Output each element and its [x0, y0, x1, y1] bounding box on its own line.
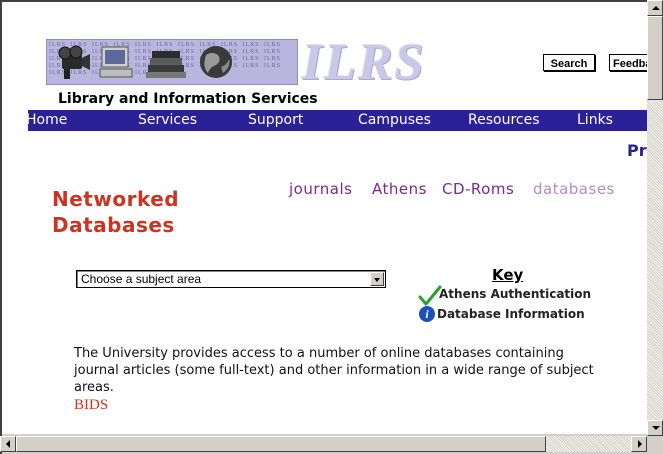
books-icon — [146, 51, 186, 78]
subnav-cdroms[interactable]: CD-Roms — [442, 180, 514, 198]
browser-window: ILRS ILRS ILRS ILRS ILRS ILRS ILRS ILRS … — [0, 0, 663, 454]
subject-area-select[interactable]: Choose a subject area — [76, 270, 386, 288]
scroll-left-arrow-icon[interactable] — [0, 436, 16, 452]
info-icon: i — [419, 306, 435, 322]
scroll-down-arrow-icon[interactable] — [647, 420, 663, 436]
main-navbar: Home Services Support Campuses Resources… — [26, 110, 647, 131]
service-title: Library and Information Services — [58, 91, 318, 107]
feedback-button[interactable]: Feedback — [609, 54, 647, 71]
search-button[interactable]: Search — [543, 54, 595, 71]
subnav-athens[interactable]: Athens — [372, 180, 427, 198]
subnav-databases: databases — [533, 180, 615, 198]
nav-item-home[interactable]: Home — [26, 110, 67, 131]
scroll-right-arrow-icon[interactable] — [631, 436, 647, 452]
key-athens-authentication: Athens Authentication — [439, 287, 592, 301]
globe-icon — [200, 46, 232, 78]
video-camera-icon — [58, 45, 90, 79]
ilrs-banner: ILRS ILRS ILRS ILRS ILRS ILRS ILRS ILRS … — [46, 37, 424, 93]
window-frame-top — [0, 0, 663, 2]
bids-link[interactable]: BIDS — [74, 397, 108, 414]
ilrs-logo: ILRS — [302, 34, 426, 91]
page-title: Networked Databases — [52, 186, 179, 238]
page-title-line2: Databases — [52, 213, 175, 237]
subject-area-value: Choose a subject area — [81, 272, 202, 286]
window-frame-left — [0, 0, 2, 454]
page-title-line1: Networked — [52, 187, 180, 211]
nav-item-support[interactable]: Support — [248, 110, 303, 131]
horizontal-scroll-thumb[interactable] — [16, 436, 546, 452]
computer-icon — [99, 46, 133, 78]
scroll-up-arrow-icon[interactable] — [647, 0, 663, 16]
page-viewport: ILRS ILRS ILRS ILRS ILRS ILRS ILRS ILRS … — [2, 2, 647, 434]
key-database-information: Database Information — [437, 307, 585, 321]
nav-item-links[interactable]: Links — [577, 110, 613, 131]
chevron-down-icon[interactable] — [370, 272, 384, 286]
key-heading: Key — [492, 266, 524, 284]
nav-item-campuses[interactable]: Campuses — [358, 110, 431, 131]
intro-paragraph: The University provides access to a numb… — [74, 346, 594, 395]
scrollbar-corner — [647, 436, 663, 454]
nav-item-services[interactable]: Services — [138, 110, 197, 131]
subnav-journals[interactable]: journals — [289, 180, 352, 198]
vertical-scroll-thumb[interactable] — [647, 16, 663, 100]
truncated-link-pre[interactable]: Pre — [627, 141, 647, 160]
nav-item-resources[interactable]: Resources — [468, 110, 540, 131]
